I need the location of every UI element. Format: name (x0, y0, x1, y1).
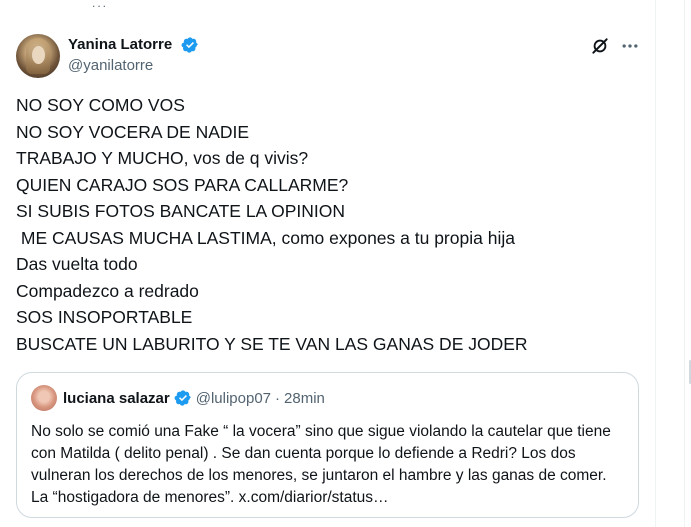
user-block: Yanina Latorre @yanilatorre (68, 36, 199, 76)
sidebar-edge (684, 0, 691, 527)
verified-badge-icon (181, 37, 198, 53)
quoted-display-name[interactable]: luciana salazar (63, 390, 170, 407)
separator-dot: · (275, 389, 281, 407)
quoted-tweet-text: No solo se comió una Fake “ la vocera” s… (31, 423, 611, 506)
tweet-text-line: QUIEN CARAJO SOS PARA CALLARME? (16, 174, 349, 195)
tweet-text-line: BUSCATE UN LABURITO Y SE TE VAN LAS GANA… (16, 333, 528, 354)
tweet-text-line: NO SOY VOCERA DE NADIE (16, 121, 250, 142)
avatar[interactable] (16, 34, 60, 78)
avatar-face (32, 46, 45, 64)
tweet-text-line: ME CAUSAS MUCHA LASTIMA, como expones a … (16, 227, 515, 248)
quoted-tweet[interactable]: luciana salazar @lulipop07 · 28min No so… (16, 372, 639, 518)
tweet-text-line: Compadezco a redrado (16, 280, 199, 301)
more-options-icon[interactable] (620, 36, 640, 56)
tweet-text: NO SOY COMO VOS NO SOY VOCERA DE NADIE T… (16, 92, 640, 357)
column-divider (655, 0, 656, 527)
tweet-text-line: TRABAJO Y MUCHO, vos de q vivis? (16, 148, 309, 168)
quoted-tweet-header: luciana salazar @lulipop07 · 28min (31, 385, 624, 411)
tweet-text-line: SOS INSOPORTABLE (16, 307, 193, 327)
previous-tweet-stub: ... (92, 0, 109, 10)
quoted-verified-badge-icon (174, 390, 191, 406)
tweet-actions (590, 36, 640, 56)
quoted-timestamp[interactable]: 28min (284, 390, 325, 407)
tweet-text-line: SI SUBIS FOTOS BANCATE LA OPINION (16, 201, 346, 221)
quoted-handle[interactable]: @lulipop07 (196, 390, 271, 407)
user-handle[interactable]: @yanilatorre (68, 56, 199, 76)
quoted-avatar[interactable] (31, 385, 57, 411)
tweet-text-line: Das vuelta todo (16, 254, 138, 274)
tweet-text-line: NO SOY COMO VOS (16, 95, 185, 115)
grok-icon[interactable] (590, 36, 610, 56)
display-name[interactable]: Yanina Latorre (68, 36, 172, 54)
